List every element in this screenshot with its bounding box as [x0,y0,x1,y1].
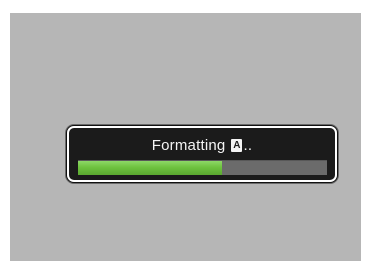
dialog-message-row: Formatting A .. [69,135,335,155]
dialog-message: Formatting [151,136,226,154]
formatting-dialog: Formatting A .. [67,126,337,182]
drive-a-icon: A [231,138,243,152]
progress-bar [78,160,327,175]
dialog-ellipsis: .. [243,136,253,154]
screen-background: Formatting A .. [10,13,361,261]
progress-bar-fill [78,161,223,175]
